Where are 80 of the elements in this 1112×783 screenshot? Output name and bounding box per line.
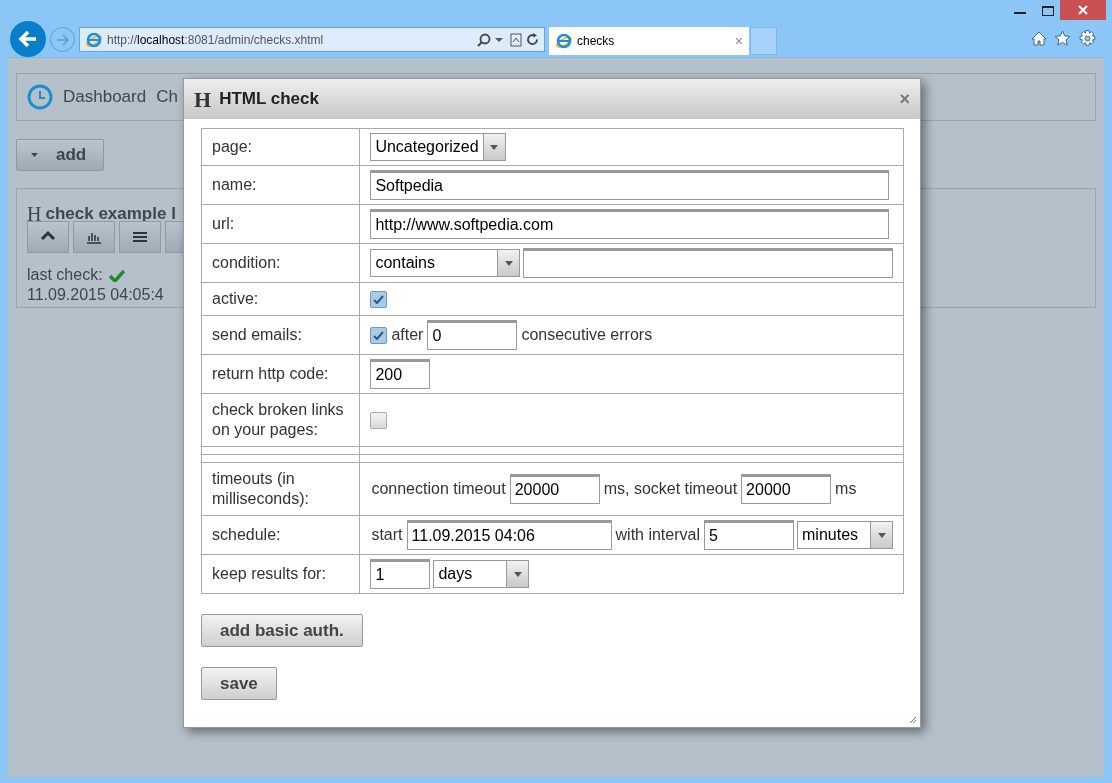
list-icon (131, 229, 149, 245)
field-label: return http code: (212, 365, 329, 382)
caret-icon (504, 260, 513, 266)
checkmark-icon (373, 330, 385, 340)
html-icon: H (27, 199, 42, 229)
field-label: keep results for: (212, 565, 326, 582)
field-text: ms, socket timeout (602, 479, 739, 499)
resize-grip-icon (909, 716, 917, 724)
checkbox[interactable] (370, 411, 388, 429)
checkbox[interactable] (370, 326, 388, 344)
favorites-star-icon (1054, 30, 1071, 46)
field-label: schedule: (212, 526, 281, 543)
field-text: consecutive errors (520, 325, 654, 345)
back-arrow-icon (18, 30, 38, 48)
field-label: condition: (212, 254, 281, 271)
caret-icon (31, 153, 38, 157)
browser-tab[interactable]: checks × (549, 27, 749, 55)
field-label: url: (212, 215, 235, 232)
last-check-time: 11.09.2015 04:05:4 (27, 285, 164, 305)
input-field[interactable]: Softpedia (370, 170, 890, 200)
input-field[interactable] (523, 248, 893, 278)
toolbar-button[interactable] (27, 221, 69, 253)
back-button[interactable] (10, 21, 46, 57)
refresh-icon (526, 33, 539, 46)
check-title: check example l (45, 203, 176, 226)
browser-logo-icon (555, 32, 573, 50)
clock-icon (27, 84, 53, 110)
caret-icon (490, 144, 499, 150)
compatibility-icon (510, 32, 522, 47)
browser-logo-icon (85, 30, 103, 49)
add-button[interactable]: add (16, 139, 104, 171)
window-close-button[interactable] (1060, 0, 1106, 20)
input-field[interactable]: 0 (427, 320, 518, 350)
toolbar-button[interactable] (73, 221, 115, 253)
dropdown[interactable]: Uncategorized (370, 133, 506, 161)
forward-arrow-icon (55, 33, 70, 46)
toolbar-button[interactable] (119, 221, 161, 253)
input-field[interactable]: 5 (704, 520, 794, 550)
input-field[interactable]: 20000 (509, 474, 600, 504)
dropdown-icon (495, 36, 503, 43)
checkbox[interactable] (370, 290, 388, 308)
close-icon (1078, 5, 1088, 15)
address-text: http://localhost:8081/admin/checks.xhtml (107, 31, 325, 49)
settings-gear-icon (1079, 30, 1096, 47)
field-label: page: (212, 138, 253, 155)
field-label: name: (212, 176, 257, 193)
field-text: ms (834, 479, 858, 499)
html-icon: H (194, 82, 212, 116)
dialog-button[interactable]: save (201, 667, 277, 700)
field-label: check broken links on your pages: (212, 401, 344, 438)
minimize-icon (1014, 12, 1026, 15)
dropdown[interactable]: contains (370, 249, 521, 277)
dialog-button[interactable]: add basic auth. (201, 614, 363, 647)
input-field[interactable]: 1 (370, 559, 431, 589)
field-text: connection timeout (370, 479, 507, 499)
tab-close-button[interactable]: × (734, 34, 743, 48)
nav-link[interactable]: Dashboard (63, 84, 147, 110)
maximize-icon (1042, 6, 1054, 16)
input-field[interactable]: 200 (370, 359, 431, 389)
home-icon (1031, 31, 1047, 46)
field-text: after (390, 325, 425, 345)
field-label: timeouts (in milliseconds): (212, 470, 309, 507)
field-text: with interval (614, 525, 701, 545)
search-icon (477, 32, 491, 47)
caret-icon (877, 532, 886, 538)
address-bar[interactable]: http://localhost:8081/admin/checks.xhtml (79, 27, 545, 52)
nav-link[interactable]: Ch (156, 84, 178, 110)
last-check-label: last check: (27, 265, 103, 285)
field-label: send emails: (212, 326, 302, 343)
dropdown[interactable]: days (433, 560, 530, 588)
dropdown[interactable]: minutes (797, 521, 893, 549)
field-text: start (370, 525, 404, 545)
input-field[interactable]: 20000 (741, 474, 832, 504)
checkmark-icon (373, 294, 385, 304)
input-field[interactable]: 11.09.2015 04:06 (406, 520, 612, 550)
tab-title: checks (577, 33, 616, 50)
input-field[interactable]: http://www.softpedia.com (370, 209, 890, 239)
field-label: active: (212, 290, 259, 307)
dialog-title: HTML check (219, 88, 320, 111)
caret-icon (513, 571, 522, 577)
